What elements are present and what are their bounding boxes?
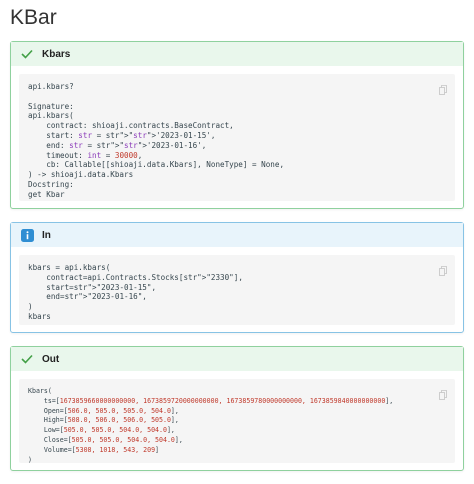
code-line: Kbars(: [28, 387, 52, 395]
code-line: timeout: int = 30000,: [28, 150, 143, 160]
code-line: ): [28, 455, 32, 464]
admonition-header: In: [11, 223, 463, 247]
admonition-header: Kbars: [11, 42, 463, 66]
admonition-kbars: Kbars api.kbars? Signature: api.kbars( c…: [10, 41, 464, 209]
code-line: Volume=[5308, 1018, 543, 209]: [28, 445, 160, 454]
code-line: High=[508.0, 506.0, 506.0, 505.0],: [28, 416, 179, 425]
copy-icon[interactable]: [439, 387, 447, 400]
code-line: get Kbar: [28, 189, 65, 199]
code-line: contract: shioaji.contracts.BaseContract…: [28, 121, 234, 131]
code-line: ) -> shioaji.data.Kbars: [28, 170, 134, 180]
code-block: Kbars( ts=[1673859660000000000, 16738597…: [19, 379, 455, 464]
code-line: kbars = api.kbars(: [28, 263, 111, 272]
code-line: Docstring:: [28, 179, 74, 189]
admonition-header: Out: [11, 347, 463, 371]
check-icon: [19, 351, 35, 367]
admonition-title: In: [42, 229, 51, 241]
code-line: Close=[505.0, 505.0, 504.0, 504.0],: [28, 435, 183, 444]
info-icon: [19, 227, 35, 243]
code-line: kbars: [28, 311, 51, 321]
code-line: ts=[1673859660000000000, 167385972000000…: [28, 396, 394, 405]
code-line: start=str">"2023-01-15",: [28, 282, 157, 292]
code-line: api.kbars?: [28, 82, 74, 91]
copy-icon[interactable]: [439, 82, 447, 95]
code-line: ): [28, 302, 33, 312]
check-icon: [19, 46, 35, 62]
admonition-in: In kbars = api.kbars( contract=api.Contr…: [10, 222, 464, 333]
code-text: Kbars( ts=[1673859660000000000, 16738597…: [19, 379, 455, 473]
code-line: contract=api.Contracts.Stocks[str">"2330…: [28, 272, 243, 282]
copy-icon[interactable]: [439, 263, 447, 276]
code-line: end: str = str">"str">'2023-01-16',: [28, 140, 207, 150]
code-line: Low=[505.0, 505.0, 504.0, 504.0],: [28, 426, 175, 435]
code-text: kbars = api.kbars( contract=api.Contract…: [19, 255, 455, 330]
code-line: cb: Callable[[shioaji.data.Kbars], NoneT…: [28, 160, 285, 170]
code-line: Open=[506.0, 505.0, 505.0, 504.0],: [28, 406, 179, 415]
admonition-out: Out Kbars( ts=[1673859660000000000, 1673…: [10, 346, 464, 471]
page-title: KBar: [10, 6, 57, 29]
code-line: api.kbars(: [28, 111, 74, 121]
admonition-title: Kbars: [42, 48, 71, 60]
code-block: api.kbars? Signature: api.kbars( contrac…: [19, 74, 455, 201]
code-line: start: str = str">"str">'2023-01-15',: [28, 130, 216, 140]
code-line: end=str">"2023-01-16",: [28, 292, 147, 302]
admonition-title: Out: [42, 353, 60, 365]
code-text: api.kbars? Signature: api.kbars( contrac…: [19, 74, 455, 208]
code-line: Signature:: [28, 101, 74, 111]
code-block: kbars = api.kbars( contract=api.Contract…: [19, 255, 455, 325]
